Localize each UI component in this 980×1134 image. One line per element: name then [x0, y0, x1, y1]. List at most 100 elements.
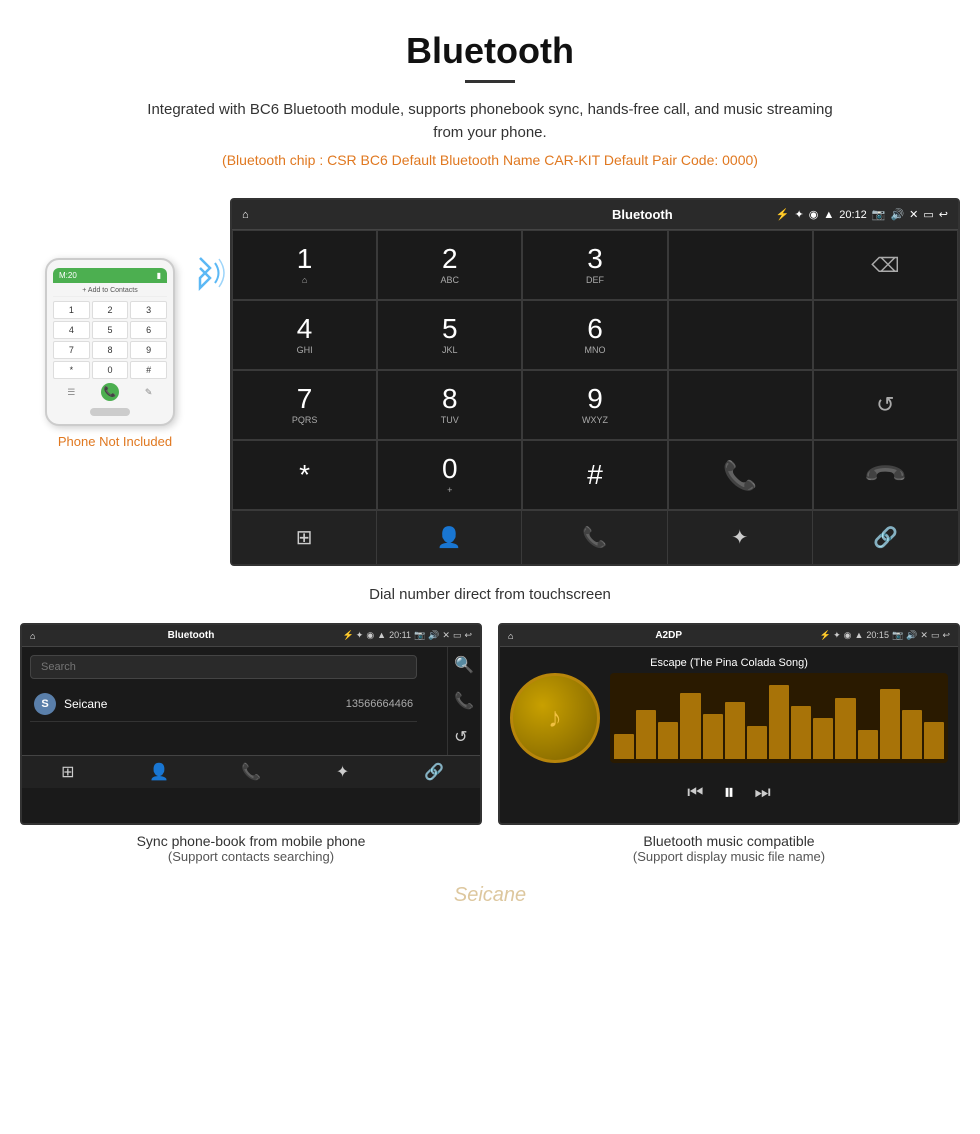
call-green-icon: 📞 — [723, 459, 758, 492]
dial-key-star[interactable]: * — [232, 440, 377, 510]
music-back-icon[interactable]: ↩ — [942, 630, 950, 641]
phone-key-hash: # — [130, 361, 167, 379]
viz-bar-8 — [769, 685, 789, 759]
phone-icon-3: ✎ — [145, 387, 153, 398]
contact-row: S Seicane 13566664466 — [30, 687, 417, 722]
pb-contacts-btn[interactable]: 👤 — [114, 762, 206, 782]
search-side-icon[interactable]: 🔍 — [454, 655, 474, 675]
viz-bar-9 — [791, 706, 811, 759]
music-screen-icon: ▭ — [931, 630, 940, 641]
empty-5 — [813, 300, 958, 370]
dial-key-6[interactable]: 6 MNO — [522, 300, 667, 370]
phone-battery-icon: ▮ — [157, 271, 161, 280]
music-album-area: ♪ — [510, 673, 948, 763]
pb-grid-btn[interactable]: ⊞ — [22, 762, 114, 782]
viz-bar-11 — [835, 698, 855, 760]
screen-icon: ▭ — [923, 208, 933, 221]
contact-name: Seicane — [64, 697, 338, 711]
viz-bar-1 — [614, 734, 634, 759]
music-loc-icon: ◉ — [844, 630, 852, 641]
phone-key-8: 8 — [92, 341, 129, 359]
grid-view-button[interactable]: ⊞ — [232, 511, 377, 564]
phonebook-caption: Sync phone-book from mobile phone (Suppo… — [20, 833, 482, 864]
pb-screen-title: Bluetooth — [39, 630, 342, 641]
phone-key-star: * — [53, 361, 90, 379]
time-display: 20:12 — [839, 209, 867, 221]
phone-mockup-container: M:20 ▮ + Add to Contacts 1 2 3 4 5 6 7 8… — [20, 258, 210, 449]
empty-6 — [668, 370, 813, 440]
dial-display-area — [668, 230, 813, 300]
phonebook-side-icons: 🔍 📞 ↺ — [447, 647, 480, 755]
phone-call-button[interactable]: 📞 — [101, 383, 119, 401]
music-controls: ⏮ ⏸ ⏭ — [510, 771, 948, 813]
play-pause-button[interactable]: ⏸ — [723, 779, 734, 805]
end-call-button[interactable]: 📞 — [813, 440, 958, 510]
backspace-key[interactable]: ⌫ — [813, 230, 958, 300]
dialer-screen-title: Bluetooth — [509, 207, 776, 222]
next-track-button[interactable]: ⏭ — [755, 782, 771, 803]
phone-dialpad: 1 2 3 4 5 6 7 8 9 * 0 # — [53, 301, 167, 379]
dialpad-actions-bar: ⊞ 👤 📞 ✦ 🔗 — [232, 510, 958, 564]
phone-key-4: 4 — [53, 321, 90, 339]
close-icon[interactable]: ✕ — [909, 208, 918, 221]
viz-bars — [610, 673, 948, 763]
pb-phone-btn[interactable]: 📞 — [205, 762, 297, 782]
title-divider — [465, 80, 515, 83]
contacts-button[interactable]: 👤 — [377, 511, 522, 564]
dial-key-4[interactable]: 4 GHI — [232, 300, 377, 370]
phone-action-button[interactable]: 📞 — [522, 511, 667, 564]
dial-key-9[interactable]: 9 WXYZ — [522, 370, 667, 440]
dial-key-5[interactable]: 5 JKL — [377, 300, 522, 370]
music-song-title: Escape (The Pina Colada Song) — [510, 657, 948, 669]
dial-key-3[interactable]: 3 DEF — [522, 230, 667, 300]
refresh-key[interactable]: ↺ — [813, 370, 958, 440]
dial-key-0[interactable]: 0 + — [377, 440, 522, 510]
dial-key-7[interactable]: 7 PQRS — [232, 370, 377, 440]
viz-bar-13 — [880, 689, 900, 759]
home-icon[interactable]: ⌂ — [242, 209, 249, 221]
dial-key-1[interactable]: 1 ⌂ — [232, 230, 377, 300]
phone-body: M:20 ▮ + Add to Contacts 1 2 3 4 5 6 7 8… — [45, 258, 175, 426]
phone-key-0: 0 — [92, 361, 129, 379]
phonebook-screen: ⌂ Bluetooth ⚡ ✦ ◉ ▲ 20:11 📷 🔊 ✕ ▭ ↩ — [20, 623, 482, 825]
call-button[interactable]: 📞 — [668, 440, 813, 510]
phone-key-2: 2 — [92, 301, 129, 319]
dial-key-hash[interactable]: # — [522, 440, 667, 510]
album-art: ♪ — [510, 673, 600, 763]
back-icon[interactable]: ↩ — [939, 208, 948, 221]
contact-number: 13566664466 — [346, 698, 413, 710]
usb-icon: ⚡ — [776, 208, 790, 221]
phonebook-caption-main: Sync phone-book from mobile phone — [20, 833, 482, 849]
refresh-side-icon[interactable]: ↺ — [454, 727, 474, 747]
bluetooth-action-button[interactable]: ✦ — [668, 511, 813, 564]
bluetooth-specs: (Bluetooth chip : CSR BC6 Default Blueto… — [20, 152, 960, 168]
status-right: ⚡ ✦ ◉ ▲ 20:12 📷 🔊 ✕ ▭ ↩ — [776, 208, 948, 221]
bottom-screens: ⌂ Bluetooth ⚡ ✦ ◉ ▲ 20:11 📷 🔊 ✕ ▭ ↩ — [20, 623, 960, 864]
phone-side-icon[interactable]: 📞 — [454, 691, 474, 711]
bluetooth-status-icon: ✦ — [795, 208, 804, 221]
pb-bt-icon: ✦ — [356, 630, 364, 641]
phone-key-6: 6 — [130, 321, 167, 339]
pb-link-btn[interactable]: 🔗 — [388, 762, 480, 782]
viz-bar-2 — [636, 710, 656, 759]
music-home-icon[interactable]: ⌂ — [508, 631, 513, 641]
prev-track-button[interactable]: ⏮ — [687, 782, 703, 803]
music-status-bar: ⌂ A2DP ⚡ ✦ ◉ ▲ 20:15 📷 🔊 ✕ ▭ ↩ — [500, 625, 958, 647]
music-bt-icon: ✦ — [833, 630, 841, 641]
dialer-caption: Dial number direct from touchscreen — [369, 586, 611, 603]
dial-key-8[interactable]: 8 TUV — [377, 370, 522, 440]
status-left: ⌂ — [242, 209, 509, 221]
pb-home-icon[interactable]: ⌂ — [30, 631, 35, 641]
link-button[interactable]: 🔗 — [813, 511, 958, 564]
phone-bottom-row: ☰ 📞 ✎ — [53, 383, 167, 402]
pb-bt-btn[interactable]: ✦ — [297, 762, 389, 782]
phonebook-screen-wrap: ⌂ Bluetooth ⚡ ✦ ◉ ▲ 20:11 📷 🔊 ✕ ▭ ↩ — [20, 623, 482, 864]
music-time: 20:15 — [866, 630, 889, 641]
pb-back-icon[interactable]: ↩ — [464, 630, 472, 641]
music-close-icon[interactable]: ✕ — [920, 630, 928, 641]
dial-key-2[interactable]: 2 ABC — [377, 230, 522, 300]
phonebook-search-input[interactable] — [30, 655, 417, 679]
pb-close-icon[interactable]: ✕ — [442, 630, 450, 641]
page-title: Bluetooth — [20, 30, 960, 72]
phone-key-5: 5 — [92, 321, 129, 339]
